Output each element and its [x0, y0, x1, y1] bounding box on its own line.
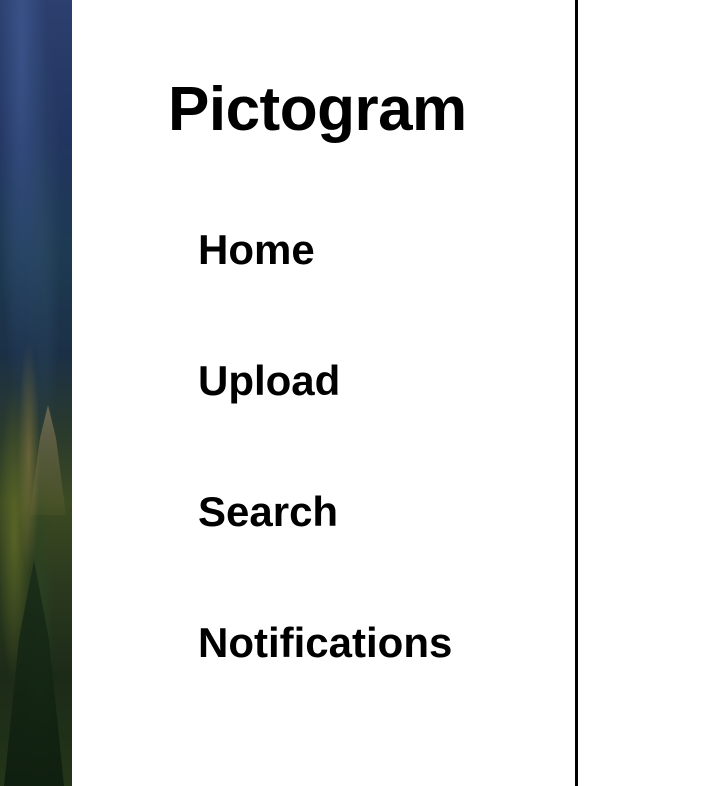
sidebar: Pictogram Home Upload Search Notificatio…: [72, 0, 578, 786]
app-logo-title[interactable]: Pictogram: [168, 74, 467, 146]
background-landscape-image: [0, 0, 72, 786]
app-page: Pictogram Home Upload Search Notificatio…: [0, 0, 720, 786]
sidebar-item-home[interactable]: Home: [198, 222, 452, 353]
background-tree-highlight: [30, 405, 66, 515]
sidebar-item-search[interactable]: Search: [198, 484, 452, 615]
sidebar-item-upload[interactable]: Upload: [198, 353, 452, 484]
main-content-area: [578, 0, 720, 786]
sidebar-nav: Home Upload Search Notifications: [198, 222, 452, 746]
background-tree-silhouette: [4, 560, 64, 786]
sidebar-item-notifications[interactable]: Notifications: [198, 615, 452, 746]
